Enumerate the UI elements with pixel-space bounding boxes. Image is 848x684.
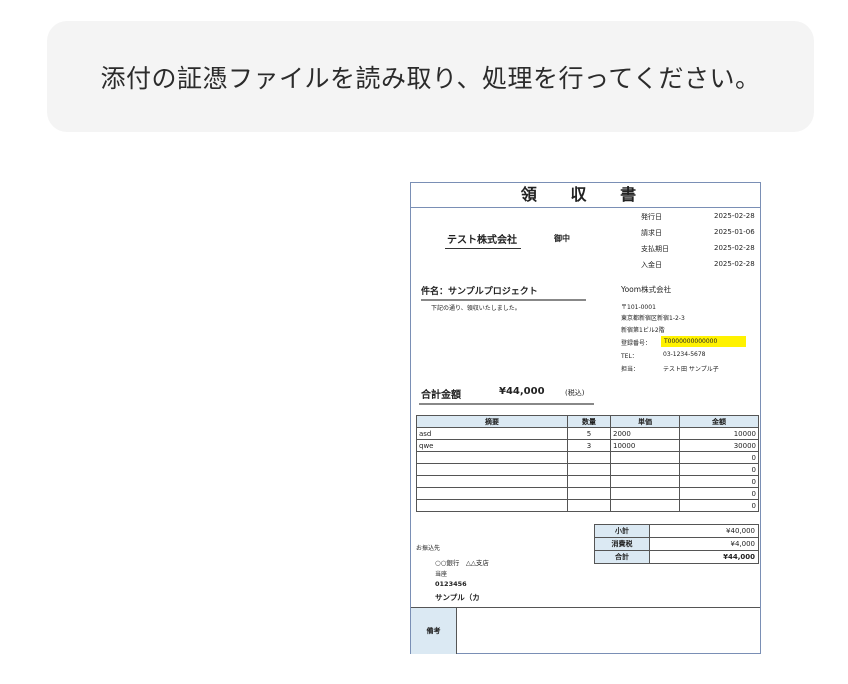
cell-unit-price xyxy=(610,451,680,464)
grand-total-label: 合計 xyxy=(594,550,650,564)
column-header-description: 摘要 xyxy=(416,415,568,428)
summary-row-tax: 消費税 ¥4,000 xyxy=(594,537,759,551)
table-row: qwe 3 10000 30000 xyxy=(416,439,759,452)
cell-description xyxy=(416,451,568,464)
summary-row-subtotal: 小計 ¥40,000 xyxy=(594,524,759,538)
cell-description: qwe xyxy=(416,439,568,452)
date-value-paid: 2025-02-28 xyxy=(714,260,755,268)
cell-unit-price: 2000 xyxy=(610,427,680,440)
bank-name: ○○銀行 △△支店 xyxy=(435,559,489,567)
cell-unit-price: 10000 xyxy=(610,439,680,452)
user-message-text: 添付の証憑ファイルを読み取り、処理を行ってください。 xyxy=(100,63,761,93)
tax-included-note: (税込) xyxy=(565,389,585,397)
items-table: 摘要 数量 単価 金額 asd 5 2000 10000 qwe 3 10000… xyxy=(416,415,759,512)
remarks-label: 備考 xyxy=(411,608,457,654)
date-value-issue: 2025-02-28 xyxy=(714,212,755,220)
total-label: 合計金額 xyxy=(421,390,461,401)
cell-description xyxy=(416,499,568,512)
cell-amount: 30000 xyxy=(679,439,759,452)
date-value-due: 2025-02-28 xyxy=(714,244,755,252)
remarks-section: 備考 xyxy=(411,607,760,654)
issuer-address2: 新宿第1ビル2階 xyxy=(621,327,665,334)
date-label-invoice: 請求日 xyxy=(641,229,662,237)
cell-description xyxy=(416,463,568,476)
cell-quantity xyxy=(567,451,611,464)
cell-description xyxy=(416,487,568,500)
tel-label: TEL： xyxy=(621,353,638,360)
table-row: asd 5 2000 10000 xyxy=(416,427,759,440)
cell-unit-price xyxy=(610,463,680,476)
cell-description xyxy=(416,475,568,488)
issuer-postal: 〒101-0001 xyxy=(621,304,656,311)
issuer-company: Yoom株式会社 xyxy=(621,285,672,294)
registration-label: 登録番号： xyxy=(621,340,652,347)
table-row: 0 xyxy=(416,499,759,512)
summary-row-total: 合計 ¥44,000 xyxy=(594,550,759,564)
subtotal-value: ¥40,000 xyxy=(649,524,759,538)
tel-value: 03-1234-5678 xyxy=(663,351,706,358)
staff-label: 担当： xyxy=(621,366,640,373)
cell-quantity xyxy=(567,499,611,512)
receipt-title: 領 収 書 xyxy=(411,183,760,208)
account-holder: サンプル（カ xyxy=(435,593,480,602)
cell-unit-price xyxy=(610,499,680,512)
cell-quantity xyxy=(567,475,611,488)
cell-amount: 0 xyxy=(679,463,759,476)
tax-label: 消費税 xyxy=(594,537,650,551)
staff-value: テスト田 サンプル子 xyxy=(663,366,719,373)
receipt-note: 下記の通り、領収いたしました。 xyxy=(431,305,521,312)
cell-unit-price xyxy=(610,487,680,500)
cell-description: asd xyxy=(416,427,568,440)
tax-value: ¥4,000 xyxy=(649,537,759,551)
date-label-due: 支払期日 xyxy=(641,245,669,253)
table-row: 0 xyxy=(416,451,759,464)
cell-amount: 0 xyxy=(679,475,759,488)
table-row: 0 xyxy=(416,463,759,476)
recipient-name: テスト株式会社 xyxy=(445,231,521,249)
registration-number: T0000000000000 xyxy=(661,336,746,347)
date-label-paid: 入金日 xyxy=(641,261,662,269)
table-row: 0 xyxy=(416,475,759,488)
user-message-bubble: 添付の証憑ファイルを読み取り、処理を行ってください。 xyxy=(47,21,814,132)
cell-quantity: 3 xyxy=(567,439,611,452)
total-underline xyxy=(419,403,594,405)
date-label-issue: 発行日 xyxy=(641,213,662,221)
date-value-invoice: 2025-01-06 xyxy=(714,228,755,236)
subtotal-label: 小計 xyxy=(594,524,650,538)
account-type: 当座 xyxy=(435,571,448,578)
account-number: 0123456 xyxy=(435,580,467,588)
recipient-honorific: 御中 xyxy=(554,234,570,243)
cell-amount: 0 xyxy=(679,487,759,500)
total-amount: ¥44,000 xyxy=(499,386,545,397)
cell-amount: 10000 xyxy=(679,427,759,440)
cell-amount: 0 xyxy=(679,499,759,512)
cell-quantity xyxy=(567,463,611,476)
bank-section-label: お振込先 xyxy=(416,545,441,552)
column-header-quantity: 数量 xyxy=(567,415,611,428)
receipt-attachment[interactable]: 領 収 書 テスト株式会社 御中 発行日 2025-02-28 請求日 2025… xyxy=(410,182,761,654)
column-header-amount: 金額 xyxy=(679,415,759,428)
table-row: 0 xyxy=(416,487,759,500)
cell-quantity: 5 xyxy=(567,427,611,440)
grand-total-value: ¥44,000 xyxy=(649,550,759,564)
cell-quantity xyxy=(567,487,611,500)
summary-table: 小計 ¥40,000 消費税 ¥4,000 合計 ¥44,000 xyxy=(594,524,759,564)
column-header-unit-price: 単価 xyxy=(610,415,680,428)
receipt-subject: 件名：サンプルプロジェクト xyxy=(421,284,586,301)
cell-unit-price xyxy=(610,475,680,488)
cell-amount: 0 xyxy=(679,451,759,464)
issuer-address1: 東京都新宿区新宿1-2-3 xyxy=(621,315,685,322)
